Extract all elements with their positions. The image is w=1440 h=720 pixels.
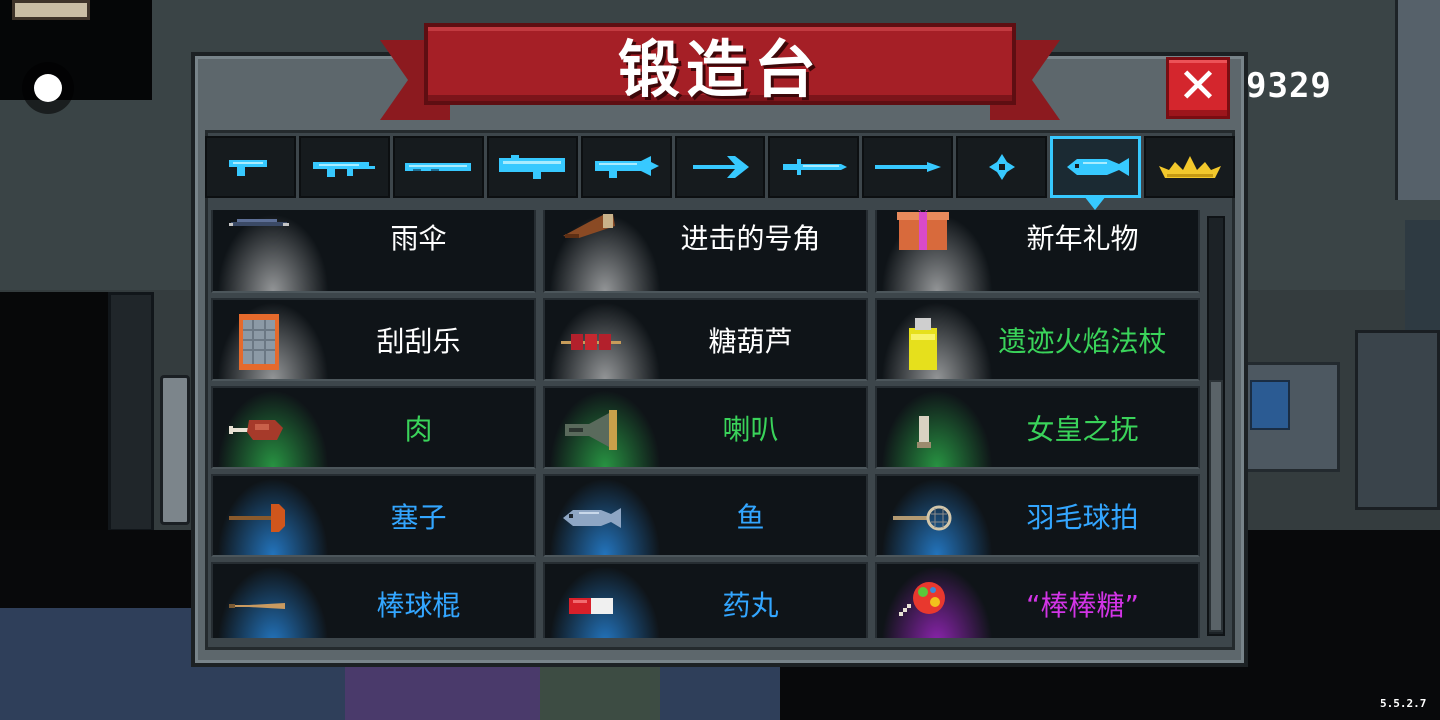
tab-shotgun[interactable] xyxy=(392,136,484,198)
meat-icon xyxy=(227,402,291,458)
pistol-icon xyxy=(229,160,268,176)
scrollbar-thumb[interactable] xyxy=(1209,380,1223,632)
item-cell[interactable]: 女皇之抚 xyxy=(875,386,1200,469)
scratch-card-icon xyxy=(227,314,291,370)
item-label: 刮刮乐 xyxy=(376,324,461,358)
wall-frame xyxy=(12,0,90,20)
item-cell[interactable]: 进击的号角 xyxy=(543,210,868,293)
flame-staff-icon xyxy=(891,314,955,370)
coin-counter: 9329 xyxy=(1246,66,1332,106)
bow-icon xyxy=(692,156,749,178)
empress-touch-icon xyxy=(891,402,955,458)
tab-rocket-launcher[interactable] xyxy=(486,136,578,198)
baseball-bat-icon xyxy=(227,578,291,634)
background-pillar xyxy=(108,292,154,532)
sword-icon xyxy=(782,159,847,175)
rocket-launcher-icon xyxy=(499,155,566,179)
tab-bow[interactable] xyxy=(674,136,766,198)
item-label: 女皇之抚 xyxy=(1026,412,1139,446)
item-cell[interactable]: 羽毛球拍 xyxy=(875,474,1200,557)
item-label: 糖葫芦 xyxy=(708,324,793,358)
umbrella-icon xyxy=(227,210,291,252)
badminton-racket-icon xyxy=(891,490,955,546)
gas-tank xyxy=(160,375,190,525)
assault-rifle-icon xyxy=(313,162,376,177)
background-machine xyxy=(1395,0,1440,200)
lollipop-icon xyxy=(891,578,955,634)
tab-fish[interactable] xyxy=(1050,136,1142,198)
item-label: 鱼 xyxy=(736,500,765,534)
tab-sword[interactable] xyxy=(768,136,860,198)
item-grid: 雨伞 进击的号角 新年礼物 刮刮乐 糖葫芦 遗迹火焰法杖 肉 喇叭 女皇之抚 塞… xyxy=(211,210,1201,638)
item-cell[interactable]: 新年礼物 xyxy=(875,210,1200,293)
tab-crown[interactable] xyxy=(1144,136,1235,198)
item-cell[interactable]: 糖葫芦 xyxy=(543,298,868,381)
item-label: 羽毛球拍 xyxy=(1026,500,1139,534)
desk-screen xyxy=(1250,380,1290,430)
item-label: 雨伞 xyxy=(390,221,447,255)
page-title: 锻造台 xyxy=(617,33,822,106)
version-label: 5.5.2.7 xyxy=(1380,697,1427,710)
tab-pistol[interactable] xyxy=(205,136,296,198)
title-banner: 锻造台 xyxy=(424,23,1016,106)
close-button[interactable]: ✕ xyxy=(1166,57,1230,119)
item-label: 新年礼物 xyxy=(1026,221,1139,255)
plunger-icon xyxy=(227,490,291,546)
shotgun-icon xyxy=(405,163,472,171)
item-label: 遗迹火焰法杖 xyxy=(998,324,1167,358)
item-label: 进击的号角 xyxy=(680,221,821,255)
item-label: 喇叭 xyxy=(722,412,779,446)
gift-icon xyxy=(891,210,955,252)
item-label: 棒球棍 xyxy=(376,588,461,622)
item-cell[interactable]: 塞子 xyxy=(211,474,536,557)
horn-icon xyxy=(559,210,623,252)
item-cell[interactable]: 刮刮乐 xyxy=(211,298,536,381)
item-cell[interactable]: 遗迹火焰法杖 xyxy=(875,298,1200,381)
crown-icon xyxy=(1158,156,1221,178)
weapon-category-tabs xyxy=(205,136,1235,200)
spear-icon xyxy=(874,162,941,172)
item-cell[interactable]: 喇叭 xyxy=(543,386,868,469)
item-cell[interactable]: 雨伞 xyxy=(211,210,536,293)
tab-shuriken[interactable] xyxy=(956,136,1048,198)
item-label: 肉 xyxy=(404,412,433,446)
item-cell[interactable]: “棒棒糖” xyxy=(875,562,1200,638)
candied-haws-icon xyxy=(559,314,623,370)
item-label: “棒棒糖” xyxy=(1025,588,1139,622)
joystick-knob[interactable] xyxy=(34,74,62,102)
tab-laser-gun[interactable] xyxy=(580,136,672,198)
item-cell[interactable]: 肉 xyxy=(211,386,536,469)
fish-icon xyxy=(559,490,623,546)
tab-spear[interactable] xyxy=(862,136,954,198)
laser-gun-icon xyxy=(595,156,660,178)
close-icon: ✕ xyxy=(1177,58,1219,114)
joystick[interactable] xyxy=(22,62,74,114)
pill-icon xyxy=(559,578,623,634)
background-robot xyxy=(1355,330,1440,510)
item-label: 药丸 xyxy=(722,588,779,622)
tab-assault-rifle[interactable] xyxy=(298,136,390,198)
shuriken-icon xyxy=(988,154,1015,180)
item-label: 塞子 xyxy=(390,500,447,534)
item-cell[interactable]: 药丸 xyxy=(543,562,868,638)
fish-icon xyxy=(1066,158,1129,176)
item-cell[interactable]: 鱼 xyxy=(543,474,868,557)
megaphone-icon xyxy=(559,402,623,458)
item-cell[interactable]: 棒球棍 xyxy=(211,562,536,638)
